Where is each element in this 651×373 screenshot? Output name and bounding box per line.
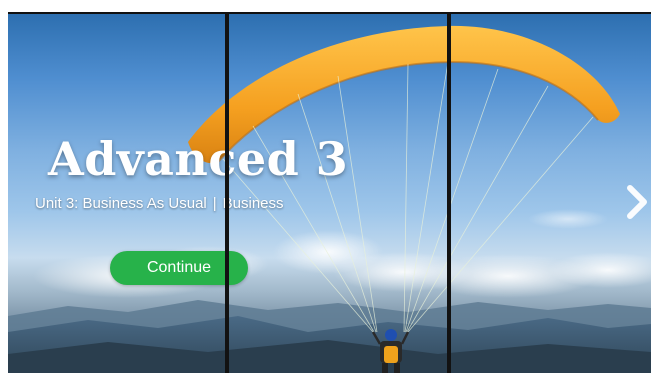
- vertical-divider-left: [225, 14, 229, 373]
- next-slide-button[interactable]: [623, 182, 651, 222]
- unit-subtitle: Unit 3: Business As Usual | Business: [35, 195, 284, 212]
- chevron-right-icon: [627, 185, 647, 219]
- subtitle-separator: |: [212, 195, 217, 212]
- unit-name: Unit 3: Business As Usual: [35, 195, 207, 212]
- slide-frame: Advanced 3 Unit 3: Business As Usual | Bus…: [0, 0, 651, 373]
- unit-category: Business: [222, 195, 284, 212]
- background-image: [8, 25, 651, 373]
- vertical-divider-right: [447, 14, 451, 373]
- hero-banner: [8, 14, 651, 373]
- course-title: Advanced 3: [48, 132, 349, 186]
